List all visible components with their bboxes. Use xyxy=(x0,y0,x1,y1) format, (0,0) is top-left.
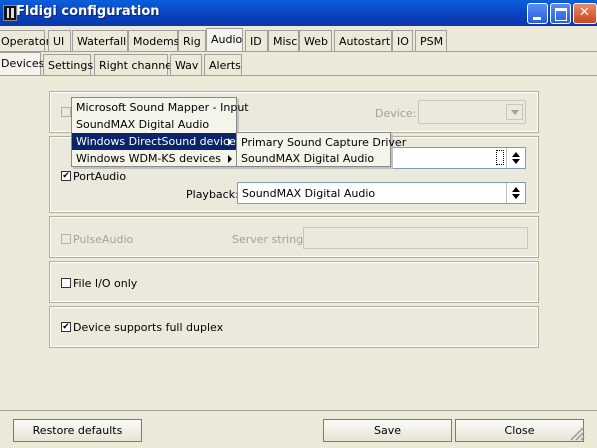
resize-grip-svg xyxy=(570,426,585,441)
tab-misc[interactable]: Misc xyxy=(268,30,299,52)
subtab-settings[interactable]: Settings xyxy=(43,54,93,76)
oss-checkbox[interactable] xyxy=(61,107,71,117)
menu-item-label: Windows DirectSound devices xyxy=(76,135,242,148)
save-button[interactable]: Save xyxy=(323,419,452,442)
tab-audio[interactable]: Audio xyxy=(206,28,243,52)
fileio-checkbox[interactable] xyxy=(61,278,71,288)
main-tab-row: Operator UI Waterfall Modems Rig Audio I… xyxy=(0,28,597,52)
subtab-wav[interactable]: Wav xyxy=(170,54,202,76)
duplex-checkbox[interactable]: ✔ xyxy=(61,322,71,332)
dropdown-arrow-icon[interactable] xyxy=(506,104,523,120)
menu-item-label: Primary Sound Capture Driver xyxy=(241,136,407,149)
dropdown-arrow-glyph xyxy=(511,110,519,115)
subtab-right-channel[interactable]: Right channel xyxy=(94,54,175,76)
tab-ui[interactable]: UI xyxy=(48,30,71,52)
menu-item-soundmax[interactable]: SoundMAX Digital Audio xyxy=(72,116,236,133)
fileio-label: File I/O only xyxy=(73,277,138,290)
tab-operator[interactable]: Operator xyxy=(0,30,50,52)
device-combo[interactable] xyxy=(418,100,526,124)
server-string-label: Server string: xyxy=(232,233,307,246)
spinner-arrows-icon[interactable] xyxy=(506,183,524,203)
directsound-submenu: Primary Sound Capture Driver SoundMAX Di… xyxy=(236,132,406,167)
subtab-alerts[interactable]: Alerts xyxy=(204,54,242,76)
resize-grip-icon[interactable] xyxy=(565,423,585,441)
footer-divider xyxy=(0,410,597,411)
audio-subtab-row: Devices Settings Right channel Wav Alert… xyxy=(0,52,597,76)
tab-id[interactable]: ID xyxy=(245,30,268,52)
tab-web[interactable]: Web xyxy=(299,30,332,52)
menu-item-wdm-ks[interactable]: Windows WDM-KS devices xyxy=(72,150,236,167)
subtab-divider xyxy=(0,75,597,76)
maximize-icon[interactable] xyxy=(550,3,571,24)
menu-item-sound-mapper[interactable]: Microsoft Sound Mapper - Input xyxy=(72,99,249,116)
server-string-input[interactable] xyxy=(303,227,528,249)
duplex-label: Device supports full duplex xyxy=(73,321,224,334)
submenu-arrow-icon xyxy=(228,138,232,146)
capture-focus-ring xyxy=(496,150,504,165)
minimize-icon[interactable] xyxy=(527,3,548,24)
pulseaudio-label: PulseAudio xyxy=(73,233,134,246)
menu-item-primary-capture[interactable]: Primary Sound Capture Driver xyxy=(237,134,406,151)
portaudio-checkbox[interactable]: ✔ xyxy=(61,171,71,181)
menu-item-label: Microsoft Sound Mapper - Input xyxy=(76,101,249,114)
tab-rig[interactable]: Rig xyxy=(178,30,206,52)
portaudio-label: PortAudio xyxy=(73,170,127,183)
tab-modems[interactable]: Modems xyxy=(128,30,179,52)
tab-psm[interactable]: PSM xyxy=(415,30,447,52)
subtab-devices[interactable]: Devices xyxy=(0,52,44,76)
tab-autostart[interactable]: Autostart xyxy=(334,30,392,52)
fldigi-app-icon xyxy=(3,5,17,21)
close-icon[interactable] xyxy=(573,3,597,24)
spinner-arrows-icon[interactable] xyxy=(506,148,524,168)
playback-combo[interactable]: SoundMAX Digital Audio xyxy=(237,182,526,204)
playback-value: SoundMAX Digital Audio xyxy=(242,187,376,200)
tab-io[interactable]: IO xyxy=(392,30,413,52)
restore-defaults-button[interactable]: Restore defaults xyxy=(13,419,142,442)
submenu-arrow-icon xyxy=(228,155,232,163)
playback-label: Playback: xyxy=(186,188,239,201)
menu-item-label: SoundMAX Digital Audio xyxy=(241,152,375,165)
tab-waterfall[interactable]: Waterfall xyxy=(72,30,128,52)
menu-item-label: SoundMAX Digital Audio xyxy=(76,118,210,131)
device-label: Device: xyxy=(375,107,417,120)
menu-item-soundmax-capture[interactable]: SoundMAX Digital Audio xyxy=(237,150,390,167)
menu-item-directsound[interactable]: Windows DirectSound devices xyxy=(72,133,242,150)
menu-item-label: Windows WDM-KS devices xyxy=(76,152,221,165)
device-popup-menu: Microsoft Sound Mapper - Input SoundMAX … xyxy=(71,97,249,167)
window-title: Fldigi configuration xyxy=(16,4,160,19)
pulseaudio-checkbox[interactable] xyxy=(61,234,71,244)
